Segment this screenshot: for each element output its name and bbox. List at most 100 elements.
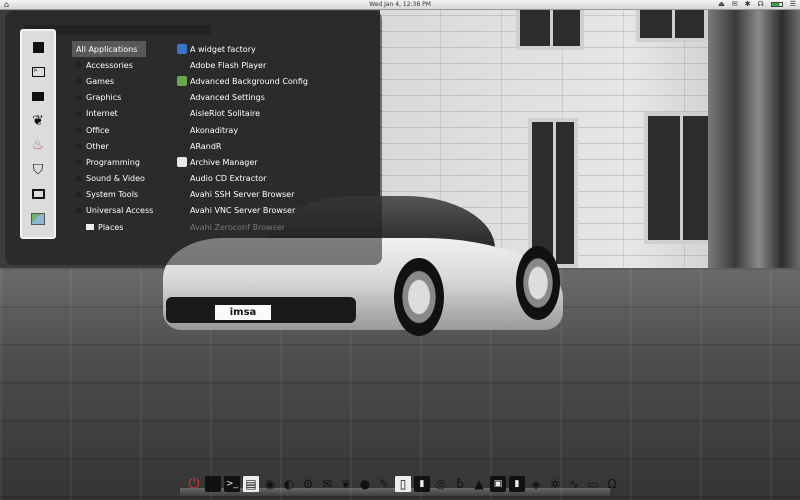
application-icon xyxy=(177,92,187,103)
application-icon xyxy=(177,44,187,55)
application-icon xyxy=(177,173,187,184)
vlc-icon[interactable]: ▲ xyxy=(471,476,487,492)
category-label: Graphics xyxy=(86,93,122,103)
category-item[interactable]: Games xyxy=(72,73,172,89)
folder-icon xyxy=(86,224,94,231)
firefox-icon[interactable]: ◐ xyxy=(281,476,297,492)
speech-icon[interactable]: ● xyxy=(357,476,373,492)
application-label: AisleRiot Solitaire xyxy=(190,109,261,119)
category-icon xyxy=(76,126,82,133)
volume-icon[interactable]: ☊ xyxy=(758,0,764,9)
category-item[interactable]: Sound & Video xyxy=(72,171,172,187)
application-item[interactable]: Adobe Flash Player xyxy=(177,57,377,73)
stop-icon[interactable] xyxy=(25,36,51,58)
application-launcher: > ❦ ♨ ⛉ All Applications Accessories Games… xyxy=(5,11,382,265)
document-icon[interactable]: ♨ xyxy=(25,134,51,156)
application-item[interactable]: Avahi Zeroconf Browser xyxy=(177,219,377,235)
wallpaper-window xyxy=(644,112,716,244)
window-icon[interactable]: ▮ xyxy=(414,476,430,492)
terminal-icon[interactable]: >_ xyxy=(224,476,240,492)
chat-icon[interactable]: ❦ xyxy=(25,110,51,132)
chat-icon[interactable]: ❦ xyxy=(338,476,354,492)
trash-icon[interactable]: ▮ xyxy=(509,476,525,492)
application-item[interactable]: Archive Manager xyxy=(177,154,377,170)
category-label: Internet xyxy=(86,109,118,119)
share-icon[interactable]: ⛉ xyxy=(25,159,51,181)
application-label: A widget factory xyxy=(190,44,256,54)
category-item[interactable]: Programming xyxy=(72,154,172,170)
waveform-icon[interactable]: ∿ xyxy=(566,476,582,492)
application-icon xyxy=(177,222,187,233)
settings-icon[interactable]: ✲ xyxy=(547,476,563,492)
category-item[interactable]: Internet xyxy=(72,106,172,122)
category-item[interactable]: Accessories xyxy=(72,57,172,73)
launcher-favorites-sidebar: > ❦ ♨ ⛉ xyxy=(20,29,56,239)
application-icon xyxy=(177,60,187,71)
application-icon xyxy=(177,76,187,87)
disc-icon[interactable]: ◎ xyxy=(433,476,449,492)
battery-icon[interactable] xyxy=(770,2,783,7)
application-item[interactable]: Advanced Settings xyxy=(177,90,377,106)
eject-icon[interactable]: ⏏ xyxy=(718,0,725,9)
application-item[interactable]: Audio CD Extractor xyxy=(177,171,377,187)
category-label: Other xyxy=(86,141,109,151)
mail-icon[interactable]: ✉ xyxy=(319,476,335,492)
category-item[interactable]: Graphics xyxy=(72,90,172,106)
wallpaper-car-plate: imsa xyxy=(215,305,271,320)
panel-clock[interactable]: Wed Jan 4, 12:38 PM xyxy=(0,0,800,9)
category-item[interactable]: Universal Access xyxy=(72,203,172,219)
display-icon[interactable]: ▭ xyxy=(585,476,601,492)
terminal-icon[interactable]: > xyxy=(25,61,51,83)
film-icon[interactable] xyxy=(25,183,51,205)
cube-icon[interactable]: ◈ xyxy=(528,476,544,492)
application-item[interactable]: AisleRiot Solitaire xyxy=(177,106,377,122)
category-label: Games xyxy=(86,76,114,86)
application-label: Avahi SSH Server Browser xyxy=(190,190,295,200)
category-icon xyxy=(76,191,82,198)
category-icon xyxy=(76,94,82,101)
mail-icon[interactable]: ✉ xyxy=(732,0,738,9)
category-item[interactable]: All Applications xyxy=(72,41,146,58)
mail-icon[interactable] xyxy=(25,85,51,107)
category-icon xyxy=(76,78,82,85)
bluetooth-icon[interactable]: ✱ xyxy=(745,0,751,9)
application-item[interactable]: A widget factory xyxy=(177,41,377,57)
application-list: A widget factory Adobe Flash Player Advanc… xyxy=(177,41,377,235)
chrome-icon[interactable]: ◉ xyxy=(262,476,278,492)
wallpaper-sculpture xyxy=(708,0,800,272)
application-item[interactable]: Avahi SSH Server Browser xyxy=(177,187,377,203)
session-menu-icon[interactable]: ☰ xyxy=(790,0,796,9)
application-item[interactable]: Avahi VNC Server Browser xyxy=(177,203,377,219)
application-item[interactable]: ARandR xyxy=(177,138,377,154)
category-item[interactable]: Places xyxy=(72,219,172,235)
pen-icon[interactable]: ✎ xyxy=(376,476,392,492)
category-label: System Tools xyxy=(86,190,139,200)
application-icon xyxy=(177,108,187,119)
category-icon xyxy=(76,62,82,69)
category-label: Universal Access xyxy=(86,206,154,216)
power-icon[interactable]: ⏻ xyxy=(186,476,202,492)
square-app-icon[interactable] xyxy=(205,476,221,492)
application-icon xyxy=(177,141,187,152)
category-label: Programming xyxy=(86,157,140,167)
application-icon xyxy=(177,205,187,216)
category-item[interactable]: Other xyxy=(72,138,172,154)
application-label: Advanced Settings xyxy=(190,93,265,103)
application-item[interactable]: Akonaditray xyxy=(177,122,377,138)
network-icon[interactable]: ⚙ xyxy=(300,476,316,492)
system-tray: ⏏ ✉ ✱ ☊ ☰ xyxy=(718,0,796,9)
category-icon xyxy=(76,110,82,117)
category-item[interactable]: Office xyxy=(72,122,172,138)
wallpaper-car-wheel xyxy=(516,246,560,320)
application-icon xyxy=(177,189,187,200)
category-icon xyxy=(76,207,82,214)
wallpaper-car-wheel xyxy=(394,258,444,336)
headphones-icon[interactable]: Ω xyxy=(604,476,620,492)
bittorrent-icon[interactable]: ɓ xyxy=(452,476,468,492)
application-item[interactable]: Advanced Background Config xyxy=(177,73,377,89)
network-icon[interactable] xyxy=(25,208,51,230)
document-icon[interactable]: ▯ xyxy=(395,476,411,492)
category-item[interactable]: System Tools xyxy=(72,187,172,203)
monitor-icon[interactable]: ▣ xyxy=(490,476,506,492)
calendar-icon[interactable]: ▤ xyxy=(243,476,259,492)
